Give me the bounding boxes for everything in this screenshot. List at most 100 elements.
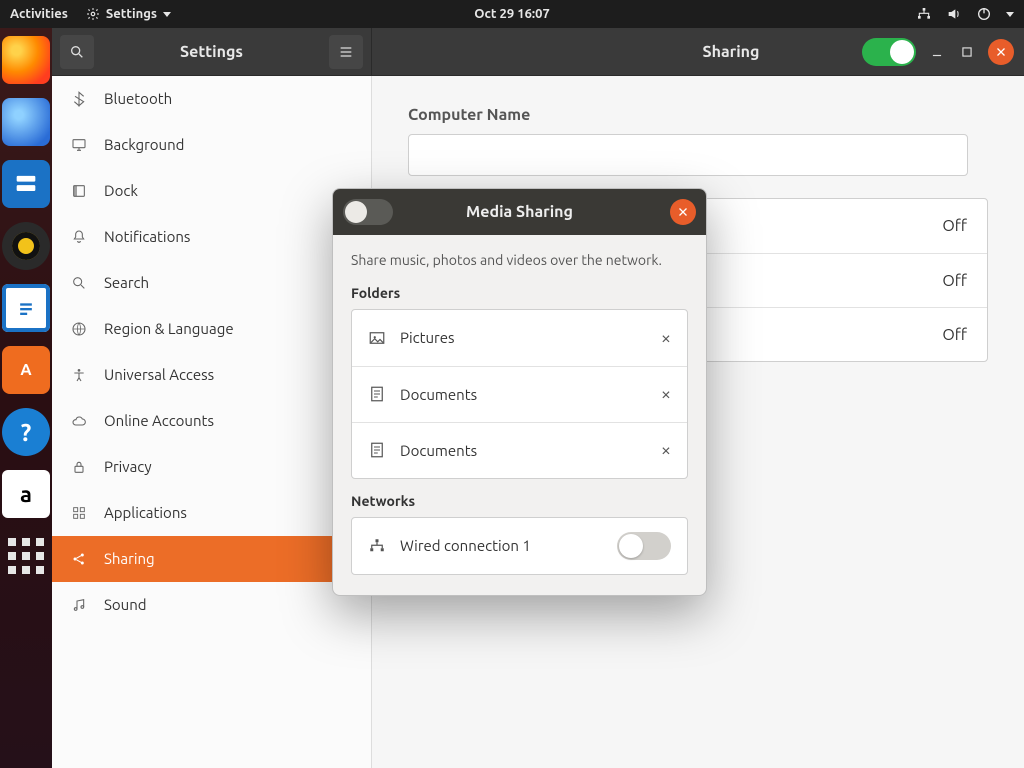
maximize-button[interactable] — [958, 43, 976, 61]
globe-icon — [70, 320, 88, 338]
lock-icon — [70, 458, 88, 476]
hamburger-button[interactable] — [329, 35, 363, 69]
clock[interactable]: Oct 29 16:07 — [474, 7, 550, 21]
maximize-icon — [960, 45, 974, 59]
dock-writer-icon[interactable] — [2, 284, 50, 332]
minimize-button[interactable] — [928, 43, 946, 61]
networks-section-label: Networks — [351, 493, 688, 509]
sidebar-item-label: Privacy — [104, 458, 152, 475]
bluetooth-icon — [70, 90, 88, 108]
sidebar-item-label: Bluetooth — [104, 90, 172, 107]
appmenu-label: Settings — [106, 7, 157, 21]
volume-icon[interactable] — [946, 6, 962, 22]
folder-label: Pictures — [400, 329, 455, 346]
media-sharing-switch[interactable] — [343, 199, 393, 225]
sidebar-item-label: Background — [104, 136, 184, 153]
dock: ? a — [0, 28, 52, 768]
dock-rhythmbox-icon[interactable] — [2, 222, 50, 270]
close-icon — [677, 206, 689, 218]
sidebar-item-label: Search — [104, 274, 149, 291]
sidebar-item-label: Notifications — [104, 228, 190, 245]
activities-button[interactable]: Activities — [10, 7, 68, 21]
sidebar-item-label: Region & Language — [104, 320, 234, 337]
media-sharing-dialog: Media Sharing Share music, photos and vi… — [332, 188, 707, 596]
power-icon[interactable] — [976, 6, 992, 22]
minimize-icon — [930, 45, 944, 59]
remove-folder-button[interactable]: × — [661, 440, 671, 460]
sidebar-item-sharing[interactable]: Sharing — [52, 536, 371, 582]
folder-label: Documents — [400, 442, 477, 459]
apps-icon — [70, 504, 88, 522]
folder-row[interactable]: Documents × — [352, 366, 687, 422]
headerbar: Settings Sharing — [52, 28, 1024, 76]
settings-sidebar: Bluetooth Background Dock Notifications … — [52, 76, 372, 768]
dialog-description: Share music, photos and videos over the … — [351, 251, 688, 271]
network-row: Wired connection 1 — [351, 517, 688, 575]
accessibility-icon — [70, 366, 88, 384]
dock-amazon-icon[interactable]: a — [2, 470, 50, 518]
chevron-down-icon[interactable] — [1006, 12, 1014, 17]
sidebar-item-sound[interactable]: Sound — [52, 582, 371, 628]
search-button[interactable] — [60, 35, 94, 69]
dialog-title: Media Sharing — [466, 203, 573, 221]
sidebar-item-label: Online Accounts — [104, 412, 214, 429]
network-label: Wired connection 1 — [400, 537, 531, 554]
service-state: Off — [942, 217, 967, 235]
dialog-header: Media Sharing — [333, 189, 706, 235]
music-icon — [70, 596, 88, 614]
sidebar-item-applications[interactable]: Applications — [52, 490, 371, 536]
picture-icon — [368, 329, 386, 347]
dock-thunderbird-icon[interactable] — [2, 98, 50, 146]
folder-row[interactable]: Pictures × — [352, 310, 687, 366]
sharing-master-switch[interactable] — [862, 38, 916, 66]
bell-icon — [70, 228, 88, 246]
sidebar-item-dock[interactable]: Dock — [52, 168, 371, 214]
close-icon — [995, 46, 1007, 58]
sidebar-item-region[interactable]: Region & Language — [52, 306, 371, 352]
folder-label: Documents — [400, 386, 477, 403]
monitor-icon — [70, 136, 88, 154]
sidebar-item-label: Sound — [104, 596, 147, 613]
service-state: Off — [942, 326, 967, 344]
settings-window: Settings Sharing — [52, 28, 1024, 768]
remove-folder-button[interactable]: × — [661, 328, 671, 348]
network-switch[interactable] — [617, 532, 671, 560]
search-icon — [69, 44, 85, 60]
sidebar-item-search[interactable]: Search — [52, 260, 371, 306]
network-icon — [368, 537, 386, 555]
dock-files-icon[interactable] — [2, 160, 50, 208]
search-icon — [70, 274, 88, 292]
dock-show-apps-icon[interactable] — [2, 532, 50, 580]
sidebar-item-online-accounts[interactable]: Online Accounts — [52, 398, 371, 444]
sidebar-item-universal-access[interactable]: Universal Access — [52, 352, 371, 398]
dock-firefox-icon[interactable] — [2, 36, 50, 84]
remove-folder-button[interactable]: × — [661, 384, 671, 404]
sidebar-item-background[interactable]: Background — [52, 122, 371, 168]
folder-row[interactable]: Documents × — [352, 422, 687, 478]
dock-help-icon[interactable]: ? — [2, 408, 50, 456]
chevron-down-icon — [163, 12, 171, 17]
folders-list: Pictures × Documents × Documents × — [351, 309, 688, 479]
sidebar-item-label: Applications — [104, 504, 187, 521]
network-icon[interactable] — [916, 6, 932, 22]
document-icon — [368, 385, 386, 403]
top-panel: Activities Settings Oct 29 16:07 — [0, 0, 1024, 28]
hamburger-icon — [338, 44, 354, 60]
close-button[interactable] — [988, 39, 1014, 65]
sidebar-item-notifications[interactable]: Notifications — [52, 214, 371, 260]
folders-section-label: Folders — [351, 285, 688, 301]
share-icon — [70, 550, 88, 568]
sidebar-item-label: Universal Access — [104, 366, 214, 383]
document-icon — [368, 441, 386, 459]
appmenu[interactable]: Settings — [86, 7, 171, 21]
dock-icon — [70, 182, 88, 200]
dock-software-icon[interactable] — [2, 346, 50, 394]
computer-name-label: Computer Name — [408, 106, 988, 124]
settings-title: Settings — [180, 43, 243, 61]
dialog-close-button[interactable] — [670, 199, 696, 225]
sidebar-item-privacy[interactable]: Privacy — [52, 444, 371, 490]
sidebar-item-label: Dock — [104, 182, 138, 199]
computer-name-field[interactable] — [408, 134, 968, 176]
sidebar-item-bluetooth[interactable]: Bluetooth — [52, 76, 371, 122]
service-state: Off — [942, 272, 967, 290]
